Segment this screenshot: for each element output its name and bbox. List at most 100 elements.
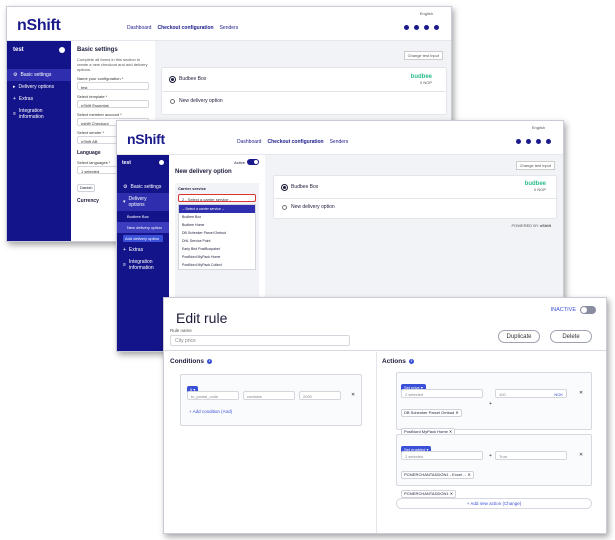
link-icon: ≡ — [13, 111, 16, 117]
active-label: Active — [234, 159, 245, 165]
option1-price: 0 NOP — [533, 187, 546, 192]
sidebar-item-basic-settings[interactable]: ⚙ Basic settings — [7, 69, 71, 81]
sidebar-item-delivery-options[interactable]: ▾ Delivery options — [117, 193, 169, 211]
price-chip[interactable]: DB Schenker Parcel Ombud ✕ — [401, 408, 462, 417]
active-toggle[interactable] — [247, 159, 259, 165]
inactive-toggle-group: INACTIVE — [551, 306, 596, 314]
language-selector[interactable]: English — [420, 11, 433, 16]
dropdown-option[interactable]: DB Schenker Parcel Ombud — [179, 229, 255, 237]
delivery-option-card: Budbee Box budbee 0 NOP New delivery opt… — [161, 67, 447, 115]
radio-empty-icon — [170, 98, 175, 104]
config-name: test — [122, 160, 131, 166]
change-test-input-button[interactable]: Change test input — [403, 51, 443, 60]
template-select[interactable]: nShift Essential — [77, 100, 149, 108]
link-icon: ≡ — [123, 262, 126, 268]
sidebar-subitem-budbee[interactable]: Budbee Box — [117, 211, 169, 222]
delivery-option-budbee[interactable]: Budbee Box — [282, 184, 318, 190]
sidebar-item-integration[interactable]: ≡ Integration information — [7, 105, 71, 123]
remove-action-icon[interactable]: ✕ — [579, 390, 583, 396]
dropdown-option[interactable]: Budbee Box — [179, 213, 255, 221]
add-condition-link[interactable]: + Add condition (And) — [189, 409, 232, 414]
language-selector[interactable]: English — [532, 125, 545, 130]
nav-checkout-configuration[interactable]: Checkout configuration — [267, 139, 323, 145]
grid-icon[interactable] — [536, 139, 541, 144]
enabled-chip[interactable]: PCMERCHANTADDON1 ✕ — [401, 489, 457, 498]
panel-title: Basic settings — [77, 47, 118, 53]
carrier-dropdown: -- Select a carrier service -- Budbee Bo… — [178, 204, 256, 270]
plus-icon: + — [13, 96, 16, 102]
main-nav: Dashboard Checkout configuration Senders — [127, 25, 238, 31]
info-icon[interactable]: i — [206, 358, 212, 364]
sidebar-item-extras[interactable]: + Extras — [117, 244, 169, 256]
dropdown-option[interactable]: -- Select a carrier service -- — [179, 205, 255, 213]
delivery-option-new[interactable]: New delivery option — [170, 98, 223, 104]
price-value-input[interactable]: 100 NOK — [495, 389, 567, 398]
carrier-service-select[interactable]: 2 - Select a carrier service - — [178, 194, 256, 202]
collapse-icon[interactable] — [59, 47, 65, 53]
add-delivery-option-button[interactable]: Add delivery option — [123, 235, 163, 242]
panel-description: Complete all forms in this section to cr… — [77, 57, 148, 72]
plus-icon: + — [489, 401, 492, 407]
remove-action-icon[interactable]: ✕ — [579, 452, 583, 458]
condition-value-input[interactable]: 2000 — [299, 391, 341, 400]
rule-name-label: Rule name — [170, 328, 192, 333]
enabled-chip[interactable]: PCMERCHANTADDON1 - Excel ... ✕ — [401, 470, 474, 479]
change-test-input-button[interactable]: Change test input — [515, 161, 555, 170]
delete-button[interactable]: Delete — [550, 330, 592, 343]
grid-icon[interactable] — [424, 25, 429, 30]
user-icon[interactable] — [434, 25, 439, 30]
powered-by: POWERED BY nShift — [511, 223, 551, 228]
settings-icon[interactable] — [526, 139, 531, 144]
carrier-service-label: Carrier service — [178, 186, 207, 191]
price-carriers-select[interactable]: 2 selected — [401, 389, 483, 398]
rule-name-input[interactable]: City price — [170, 335, 350, 346]
collapse-icon[interactable] — [159, 160, 164, 165]
nav-dashboard[interactable]: Dashboard — [127, 25, 151, 31]
header-icons — [516, 139, 551, 144]
language-chip[interactable]: Danish — [77, 183, 96, 192]
inactive-label: INACTIVE — [550, 307, 576, 313]
header-icons — [404, 25, 439, 30]
location-icon[interactable] — [404, 25, 409, 30]
condition-operator-select[interactable]: contains — [243, 391, 295, 400]
sidebar-item-delivery-options[interactable]: ▸ Delivery options — [7, 81, 71, 93]
delivery-option-card: Budbee Box budbee 0 NOP New delivery opt… — [273, 175, 557, 219]
nav-dashboard[interactable]: Dashboard — [237, 139, 261, 145]
sidebar-item-integration[interactable]: ≡ Integration information — [117, 256, 169, 274]
config-name-label: Name your configuration * — [77, 76, 124, 81]
option1-price: 0 NOP — [419, 80, 432, 85]
radio-selected-icon — [282, 184, 287, 190]
plus-icon: + — [489, 453, 492, 459]
truck-icon: ▾ — [123, 199, 126, 205]
nav-senders[interactable]: Senders — [330, 139, 349, 145]
enabled-value-select[interactable]: True — [495, 451, 567, 460]
settings-icon[interactable] — [414, 25, 419, 30]
sidebar-item-extras[interactable]: + Extras — [7, 93, 71, 105]
nshift-logo: nShift — [17, 17, 61, 34]
delivery-option-budbee[interactable]: Budbee Box — [170, 76, 206, 82]
active-toggle[interactable] — [580, 306, 596, 314]
delivery-option-new[interactable]: New delivery option — [282, 204, 335, 210]
dropdown-option[interactable]: PostNord MyPack Home — [179, 253, 255, 261]
remove-condition-icon[interactable]: ✕ — [351, 392, 355, 398]
user-icon[interactable] — [546, 139, 551, 144]
duplicate-button[interactable]: Duplicate — [498, 330, 540, 343]
dropdown-option[interactable]: Early Bird PostBoxpaket — [179, 245, 255, 253]
template-label: Select template * — [77, 94, 108, 99]
top-bar: nShift Dashboard Checkout configuration … — [7, 7, 451, 41]
config-name-input[interactable]: test — [77, 82, 149, 90]
sidebar: test ⚙ Basic settings ▾ Delivery options B… — [117, 155, 169, 351]
dropdown-option[interactable]: Budbee Home — [179, 221, 255, 229]
nav-senders[interactable]: Senders — [220, 25, 239, 31]
page-title: Edit rule — [176, 310, 228, 326]
dropdown-option[interactable]: DHL Service Point — [179, 237, 255, 245]
condition-field-select[interactable]: to_postal_code — [187, 391, 239, 400]
info-icon[interactable]: i — [408, 358, 414, 364]
sidebar-subitem-new-option[interactable]: New delivery option — [117, 222, 169, 233]
sidebar-item-basic-settings[interactable]: ⚙ Basic settings — [117, 181, 169, 193]
enabled-options-select[interactable]: 2 selected — [401, 451, 483, 460]
nav-checkout-configuration[interactable]: Checkout configuration — [157, 25, 213, 31]
location-icon[interactable] — [516, 139, 521, 144]
add-action-button[interactable]: + Add new action (Change) — [396, 498, 592, 509]
dropdown-option[interactable]: PostNord MyPack Collect — [179, 261, 255, 269]
